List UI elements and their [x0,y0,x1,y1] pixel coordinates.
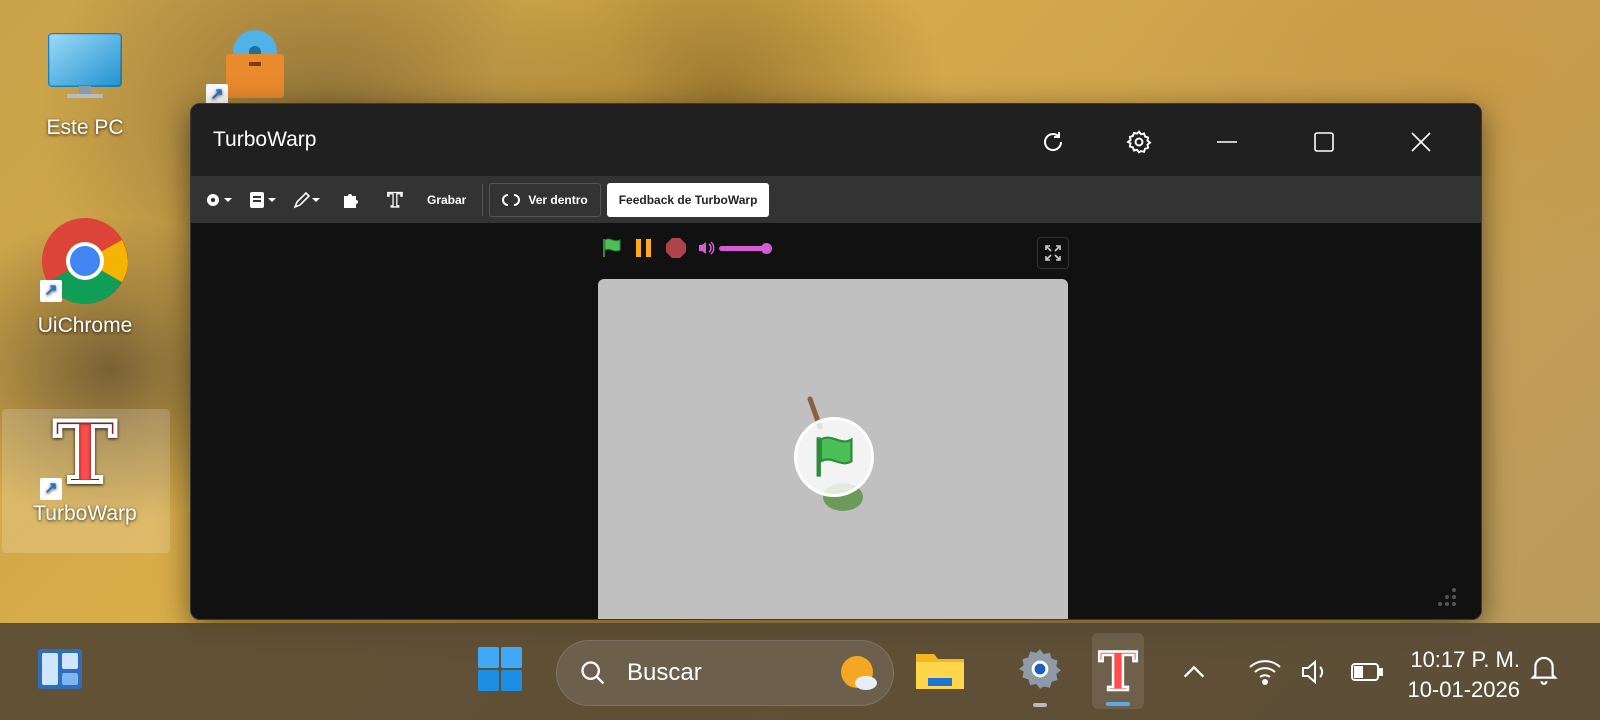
running-indicator [1033,703,1047,707]
green-flag-icon [816,436,853,477]
turbowarp-window: TurboWarp T Grabar Ver dentro Feedback d… [190,103,1482,620]
speaker-icon [699,241,715,255]
settings-gear-icon [1018,649,1062,689]
settings-button[interactable] [1119,122,1159,162]
gear-icon [1126,130,1152,154]
search-box[interactable]: Buscar [556,640,894,706]
widgets-icon [38,649,82,689]
menu-bar: T Grabar Ver dentro Feedback de TurboWar… [191,176,1481,223]
monitor-icon [48,33,122,98]
svg-text:T: T [388,189,403,211]
resize-grip-icon[interactable] [1437,587,1459,609]
stop-button[interactable] [665,237,687,259]
bell-icon [1530,656,1558,685]
active-indicator [1106,702,1130,706]
start-button[interactable] [470,639,530,699]
stage-controls [601,237,772,259]
taskbar-turbowarp[interactable]: T [1092,633,1144,709]
volume-icon [1302,659,1324,684]
maximize-icon [1314,132,1334,152]
green-flag-button[interactable] [601,237,623,259]
see-inside-label: Ver dentro [528,192,588,207]
installer-package-icon [226,30,284,98]
battery-icon [1351,662,1383,681]
chevron-up-icon[interactable] [1180,658,1208,686]
taskbar-file-explorer[interactable] [910,639,970,699]
clock-date: 10-01-2026 [1407,677,1520,702]
menu-divider [482,183,484,216]
file-menu[interactable] [241,176,285,223]
minimize-button[interactable] [1207,122,1247,162]
gear-dropdown-icon [207,193,232,206]
green-flag-overlay[interactable] [794,417,874,497]
project-stage[interactable] [598,279,1068,619]
windows-logo-icon [478,647,522,691]
desktop-icon-label: TurboWarp [33,502,137,525]
search-icon [581,661,605,685]
desktop-icon-label: UiChrome [37,314,133,337]
turbowarp-menu-button[interactable]: T [373,176,417,223]
system-tray [1180,623,1208,720]
taskbar-clock[interactable]: 10:17 P. M. 10-01-2026 [1402,645,1520,705]
feedback-button[interactable]: Feedback de TurboWarp [606,182,770,217]
addons-button[interactable] [329,176,373,223]
close-button[interactable] [1401,122,1441,162]
desktop-icon-turbowarp[interactable]: T ↗ TurboWarp [20,401,150,526]
volume-slider[interactable] [719,242,772,254]
window-title: TurboWarp [213,128,317,151]
desktop-icon-este-pc[interactable]: Este PC [20,30,150,140]
close-icon [1411,132,1431,152]
desktop-icon-uichrome[interactable]: ↗ UiChrome [20,216,150,338]
desktop-icon-label: Este PC [46,116,124,139]
shortcut-arrow-icon: ↗ [40,478,62,500]
settings-menu[interactable] [197,176,241,223]
file-dropdown-icon [250,191,276,208]
reload-button[interactable] [1033,122,1073,162]
reload-icon [1044,132,1063,151]
turbowarp-t-icon: T [387,189,403,211]
weather-sun-cloud-icon [841,656,877,690]
minimize-icon [1217,141,1237,143]
edit-menu[interactable] [285,176,329,223]
turbowarp-taskbar-icon: T [1097,646,1139,696]
widgets-button[interactable] [30,639,90,699]
puzzle-icon [344,193,358,208]
svg-text:T: T [1099,646,1138,696]
clock-time: 10:17 P. M. [1410,647,1520,672]
search-placeholder: Buscar [627,659,702,686]
feedback-label: Feedback de TurboWarp [618,192,758,207]
see-inside-icon [502,193,521,206]
taskbar-settings[interactable] [1010,639,1070,707]
desktop-icon-installer[interactable]: ↗ [190,28,320,106]
volume-slider-thumb[interactable] [761,242,772,254]
svg-text:T: T [54,412,117,492]
wifi-icon [1249,659,1281,685]
pencil-dropdown-icon [293,191,320,208]
folder-icon [916,654,964,689]
record-button[interactable]: Grabar [417,193,476,207]
pause-button[interactable] [633,237,655,259]
player-area [191,223,1481,619]
shortcut-arrow-icon: ↗ [40,280,62,302]
window-titlebar[interactable]: TurboWarp [191,104,1481,176]
network-volume-battery[interactable] [1248,623,1384,720]
taskbar: Buscar T 10:17 P. M. 10-01-2026 [0,623,1600,720]
see-inside-button[interactable]: Ver dentro [489,182,601,217]
notifications-button[interactable] [1524,639,1564,699]
volume-control[interactable] [697,240,772,256]
fullscreen-button[interactable] [1037,237,1069,269]
fullscreen-icon [1045,245,1061,261]
maximize-button[interactable] [1304,122,1344,162]
